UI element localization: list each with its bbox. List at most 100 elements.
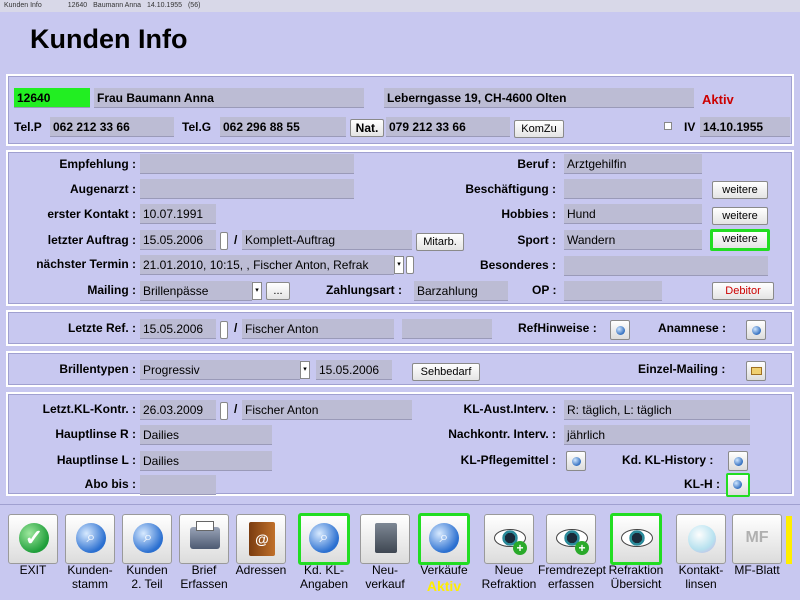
mailing-field: Brillenpässe bbox=[140, 281, 252, 301]
details-panel: Empfehlung : Augenarzt : erster Kontakt … bbox=[6, 150, 794, 306]
glasses-panel: Brillentypen : Progressiv ▾ 15.05.2006 S… bbox=[6, 351, 794, 387]
kundenstamm-label-line1: Kunden- bbox=[67, 563, 113, 577]
augenarzt-label: Augenarzt : bbox=[70, 182, 136, 196]
window-title: Kunden Info bbox=[4, 2, 42, 9]
kontaktlinsen-button[interactable] bbox=[676, 514, 726, 564]
hobbies-label: Hobbies : bbox=[501, 207, 556, 221]
nat-button[interactable]: Nat. bbox=[350, 119, 384, 137]
neue-refraktion-label-line2: Refraktion bbox=[481, 577, 537, 591]
naechster-termin-button[interactable] bbox=[406, 256, 414, 274]
komzu-button[interactable]: KomZu bbox=[514, 120, 564, 138]
letzte-ref-button[interactable] bbox=[220, 321, 228, 339]
customer-address-field: Leberngasse 19, CH-4600 Olten bbox=[384, 88, 694, 108]
zahlungsart-label: Zahlungsart : bbox=[326, 283, 403, 297]
info-icon bbox=[752, 326, 761, 335]
kundenstamm-button[interactable]: ⌕ bbox=[65, 514, 115, 564]
plus-icon: + bbox=[513, 541, 527, 555]
neu-verkauf-button[interactable] bbox=[360, 514, 410, 564]
einzel-mailing-label: Einzel-Mailing : bbox=[638, 362, 726, 376]
auftrag-typ-field: Komplett-Auftrag bbox=[242, 230, 412, 250]
neu-verkauf-label-line1: Neu- bbox=[371, 563, 398, 577]
empfehlung-label: Empfehlung : bbox=[59, 157, 136, 171]
zahlungsart-field: Barzahlung bbox=[414, 281, 508, 301]
beschaeftigung-field bbox=[564, 179, 702, 199]
debitor-button[interactable]: Debitor bbox=[712, 282, 774, 300]
window-customer-name: Baumann Anna bbox=[93, 2, 142, 9]
mailing-dropdown[interactable]: ▾ bbox=[252, 282, 262, 300]
anamnese-button[interactable] bbox=[746, 320, 766, 340]
kd-kl-angaben-label-line1: Kd. KL- bbox=[303, 563, 345, 577]
mf-icon: MF bbox=[745, 529, 769, 546]
op-label: OP : bbox=[532, 283, 557, 297]
fremdrezept-erfassen-button[interactable]: + bbox=[546, 514, 596, 564]
kontaktlinsen-label-line1: Kontakt- bbox=[678, 563, 724, 577]
neue-refraktion-button[interactable]: + bbox=[484, 514, 534, 564]
envelope-icon bbox=[751, 367, 762, 375]
tel-business-field: 062 296 88 55 bbox=[220, 117, 346, 137]
hobbies-weitere-button[interactable]: weitere bbox=[712, 207, 768, 225]
refraktion-uebersicht-button[interactable] bbox=[610, 513, 662, 565]
hauptlinse-l-label: Hauptlinse L : bbox=[56, 453, 136, 467]
kl-pflege-button[interactable] bbox=[566, 451, 586, 471]
kl-pflege-label: KL-Pflegemittel : bbox=[460, 453, 556, 467]
letzt-kl-button[interactable] bbox=[220, 402, 228, 420]
search-icon: ⌕ bbox=[429, 523, 459, 553]
exit-button[interactable]: ✓ bbox=[8, 514, 58, 564]
info-icon bbox=[733, 480, 742, 489]
adressen-label: Adressen bbox=[235, 563, 287, 577]
customer-name-field: Frau Baumann Anna bbox=[94, 88, 364, 108]
letzt-kl-label: Letzt.KL-Kontr. : bbox=[42, 402, 136, 416]
abo-bis-field bbox=[140, 475, 216, 495]
mitarb-button[interactable]: Mitarb. bbox=[416, 233, 464, 251]
brief-erfassen-button[interactable] bbox=[179, 514, 229, 564]
sport-field: Wandern bbox=[564, 230, 702, 250]
nachkontr-field: jährlich bbox=[564, 425, 750, 445]
beschaeftigung-label: Beschäftigung : bbox=[465, 182, 556, 196]
exit-label: EXIT bbox=[19, 563, 47, 577]
letzte-ref-field: 15.05.2006 bbox=[140, 319, 216, 339]
mf-blatt-button[interactable]: MF bbox=[732, 514, 782, 564]
letzter-auftrag-button[interactable] bbox=[220, 232, 228, 250]
kd-kl-history-label: Kd. KL-History : bbox=[622, 453, 714, 467]
kd-kl-history-button[interactable] bbox=[728, 451, 748, 471]
info-icon bbox=[734, 457, 743, 466]
search-icon: ⌕ bbox=[76, 523, 106, 553]
adressen-button[interactable]: @ bbox=[236, 514, 286, 564]
hauptlinse-r-label: Hauptlinse R : bbox=[55, 427, 136, 441]
page-title: Kunden Info bbox=[30, 24, 188, 54]
sport-weitere-button[interactable]: weitere bbox=[710, 229, 770, 251]
window-birthdate: 14.10.1955 bbox=[146, 2, 183, 9]
kunden-2-teil-button[interactable]: ⌕ bbox=[122, 514, 172, 564]
letzter-auftrag-label: letzter Auftrag : bbox=[47, 233, 136, 247]
sehbedarf-button[interactable]: Sehbedarf bbox=[412, 363, 480, 381]
besonderes-field bbox=[564, 256, 768, 276]
verkaeufe-button[interactable]: ⌕ bbox=[418, 513, 470, 565]
einzel-mailing-button[interactable] bbox=[746, 361, 766, 381]
sport-label: Sport : bbox=[517, 233, 556, 247]
beschaeftigung-weitere-button[interactable]: weitere bbox=[712, 181, 768, 199]
mailing-more-button[interactable]: ... bbox=[266, 282, 290, 300]
letzter-auftrag-field: 15.05.2006 bbox=[140, 230, 216, 250]
kl-h-button[interactable] bbox=[726, 473, 750, 497]
contact-lens-icon bbox=[688, 525, 716, 553]
naechster-termin-dropdown[interactable]: ▾ bbox=[394, 256, 404, 274]
brief-erfassen-label-line2: Erfassen bbox=[180, 577, 228, 591]
auftrag-separator: / bbox=[234, 233, 238, 247]
naechster-termin-label: nächster Termin : bbox=[36, 257, 136, 271]
refhinweise-button[interactable] bbox=[610, 320, 630, 340]
tel-private-label: Tel.P bbox=[14, 120, 42, 134]
letzt-kl-separator: / bbox=[234, 402, 238, 416]
toolbar-scroll-indicator[interactable] bbox=[786, 516, 792, 564]
fremdrezept-erfassen-label-line2: erfassen bbox=[547, 577, 595, 591]
mf-blatt-label: MF-Blatt bbox=[734, 563, 780, 577]
refraktion-uebersicht-label-line1: Refraktion bbox=[608, 563, 664, 577]
brillentypen-date-field: 15.05.2006 bbox=[316, 360, 392, 380]
iv-field: 14.10.1955 bbox=[700, 117, 790, 137]
page-header: Kunden Info bbox=[0, 12, 800, 64]
letzte-ref-label: Letzte Ref. : bbox=[67, 321, 136, 335]
refraktion-uebersicht-label-line2: Übersicht bbox=[610, 577, 662, 591]
kd-kl-angaben-button[interactable]: ⌕ bbox=[298, 513, 350, 565]
iv-checkbox[interactable] bbox=[664, 122, 672, 130]
brillentypen-dropdown[interactable]: ▾ bbox=[300, 361, 310, 379]
kl-aust-label: KL-Aust.Interv. : bbox=[463, 402, 556, 416]
